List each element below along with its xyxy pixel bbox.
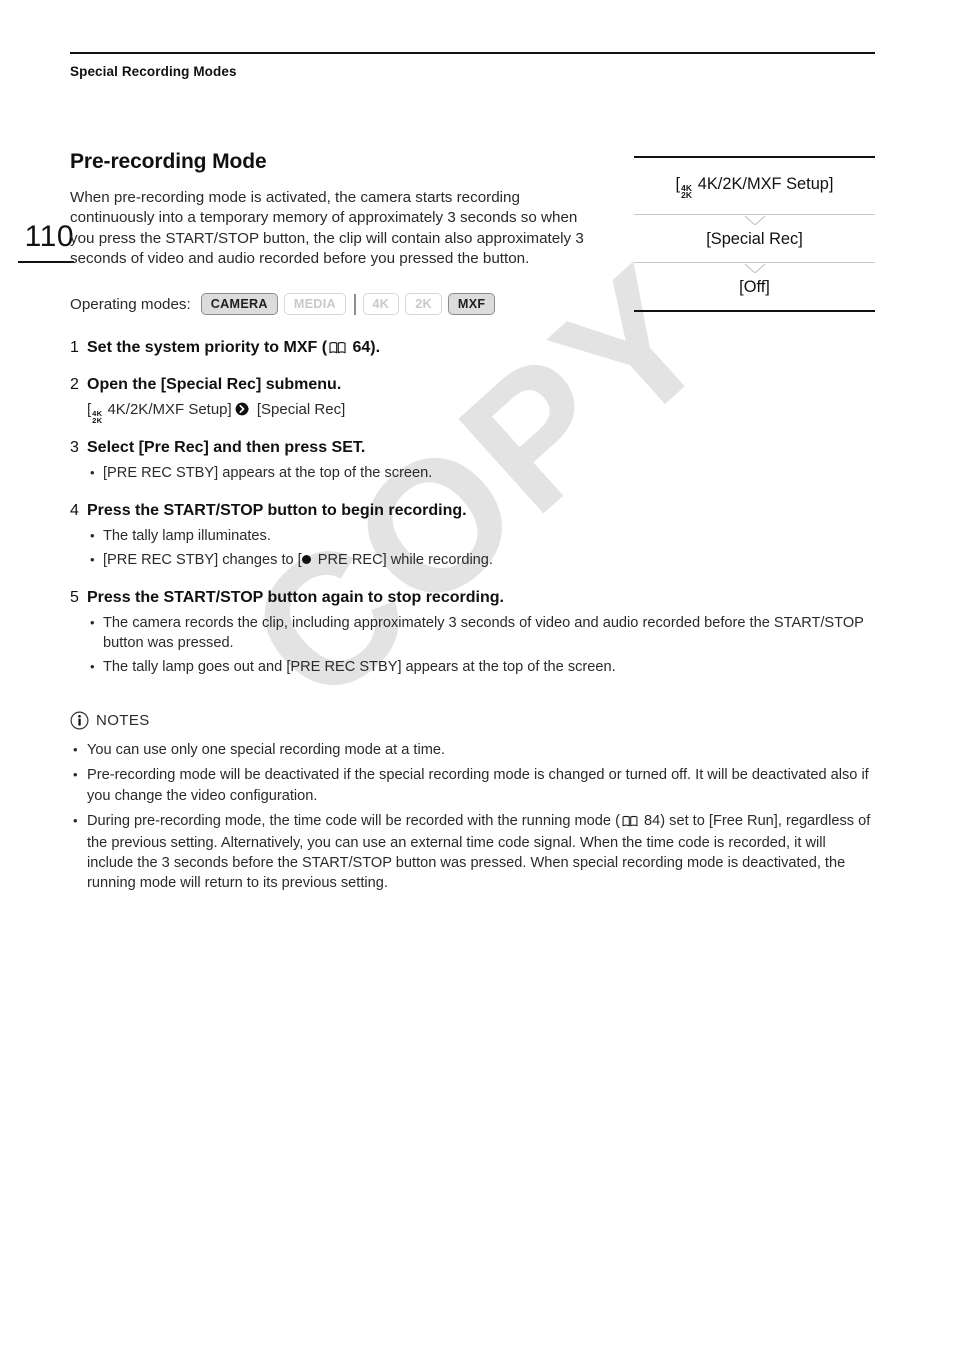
list-item: • [PRE REC STBY] changes to [ PRE REC] w… <box>87 550 875 570</box>
mode-badge-mxf: MXF <box>447 293 496 316</box>
bullet-dot-icon: • <box>90 659 95 675</box>
list-item: • Pre-recording mode will be deactivated… <box>70 765 875 805</box>
mode-badge-4k: 4K <box>362 293 400 316</box>
list-item-text: The tally lamp illuminates. <box>103 528 271 545</box>
mode-badge-2k: 2K <box>405 293 442 316</box>
bullet-text-after: PRE REC] while recording. <box>317 552 493 569</box>
step-bullets: • The tally lamp illuminates. • [PRE REC… <box>87 526 875 570</box>
mode-badge-media: MEDIA <box>283 293 346 316</box>
list-item: • During pre-recording mode, the time co… <box>70 811 875 894</box>
list-item: • [PRE REC STBY] appears at the top of t… <box>87 463 875 483</box>
step-title: Open the [Special Rec] submenu. <box>87 376 342 394</box>
page-number: 110 <box>24 220 74 253</box>
list-item: • The tally lamp goes out and [PRE REC S… <box>87 657 875 677</box>
step-number: 4 <box>70 502 79 520</box>
mode-badge-camera: CAMERA <box>200 293 278 316</box>
page-number-block: 110 <box>16 222 74 263</box>
operating-modes-row: Operating modes: CAMERA MEDIA 4K 2K MXF <box>70 293 875 316</box>
operating-modes-label: Operating modes: <box>70 295 191 313</box>
step-reference-page: 64 <box>352 339 371 357</box>
intro-paragraph: When pre-recording mode is activated, th… <box>70 189 584 267</box>
page-number-rule <box>18 261 74 263</box>
step-3: 3 Select [Pre Rec] and then press SET. •… <box>70 437 875 487</box>
bullet-dot-icon: • <box>73 812 78 828</box>
step-number: 2 <box>70 376 79 394</box>
list-item-text: [PRE REC STBY] appears at the top of the… <box>103 465 433 482</box>
step-5: 5 Press the START/STOP button again to s… <box>70 587 875 681</box>
info-circle-icon <box>70 711 89 730</box>
step-title-text-after: ). <box>370 339 381 357</box>
running-head: Special Recording Modes <box>70 64 237 79</box>
notes-header: NOTES <box>70 711 875 730</box>
list-item-text: During pre-recording mode, the time code… <box>87 811 875 894</box>
step-menu-path: [4K 2K 4K/2K/MXF Setup] [Special Rec] <box>87 399 875 424</box>
book-icon <box>329 339 346 361</box>
note-text-before: During pre-recording mode, the time code… <box>87 812 620 829</box>
step-title: Set the system priority to MXF ( 64). <box>87 337 875 361</box>
steps-list: 1 Set the system priority to MXF ( 64). … <box>70 337 875 681</box>
note-reference-page: 84 <box>644 812 661 829</box>
list-item-text: The tally lamp goes out and [PRE REC STB… <box>103 659 616 676</box>
step-bullets: • [PRE REC STBY] appears at the top of t… <box>87 463 875 483</box>
document-page: Special Recording Modes 110 [4K 2K 4K/2K/… <box>0 0 954 1348</box>
page-title: Pre-recording Mode <box>70 150 267 173</box>
list-item-text: Pre-recording mode will be deactivated i… <box>87 767 869 804</box>
step-title: Press the START/STOP button again to sto… <box>87 589 504 607</box>
record-dot-icon <box>301 554 311 564</box>
path-second-item: [Special Rec] <box>256 401 346 419</box>
path-first-item: 4K/2K/MXF Setup] <box>107 401 232 419</box>
notes-list: • You can use only one special recording… <box>70 740 875 893</box>
bullet-dot-icon: • <box>90 528 95 544</box>
list-item: • The tally lamp illuminates. <box>87 526 875 546</box>
step-number: 1 <box>70 339 79 357</box>
list-item-text: You can use only one special recording m… <box>87 742 446 759</box>
bullet-dot-icon: • <box>73 742 78 758</box>
bullet-dot-icon: • <box>73 767 78 783</box>
book-icon <box>622 813 638 833</box>
mode-badge-separator <box>353 293 356 315</box>
header-rule <box>70 52 875 54</box>
list-item: • You can use only one special recording… <box>70 740 875 760</box>
list-item: • The camera records the clip, including… <box>87 613 875 653</box>
main-content: Pre-recording Mode When pre-recording mo… <box>70 150 875 899</box>
step-title-text-before: Set the system priority to MXF ( <box>87 339 328 357</box>
step-1: 1 Set the system priority to MXF ( 64). <box>70 337 875 361</box>
bullet-dot-icon: • <box>90 615 95 631</box>
bullet-dot-icon: • <box>90 552 95 568</box>
step-title: Select [Pre Rec] and then press SET. <box>87 439 366 457</box>
path-bracket-open: [ <box>87 401 92 419</box>
notes-block: NOTES • You can use only one special rec… <box>70 711 875 893</box>
step-number: 5 <box>70 589 79 607</box>
list-item-text: [PRE REC STBY] changes to [ PRE REC] whi… <box>103 550 875 570</box>
4k-2k-icon: 4K 2K <box>92 409 103 426</box>
step-2: 2 Open the [Special Rec] submenu. [4K 2K … <box>70 374 875 424</box>
step-bullets: • The camera records the clip, including… <box>87 613 875 677</box>
step-4: 4 Press the START/STOP button to begin r… <box>70 500 875 574</box>
arrow-right-circle-icon <box>235 401 250 422</box>
list-item-text: The camera records the clip, including a… <box>103 615 864 652</box>
step-number: 3 <box>70 439 79 457</box>
step-title: Press the START/STOP button to begin rec… <box>87 502 467 520</box>
bullet-text-before: [PRE REC STBY] changes to [ <box>103 552 302 569</box>
notes-label: NOTES <box>96 712 150 730</box>
bullet-dot-icon: • <box>90 465 95 481</box>
